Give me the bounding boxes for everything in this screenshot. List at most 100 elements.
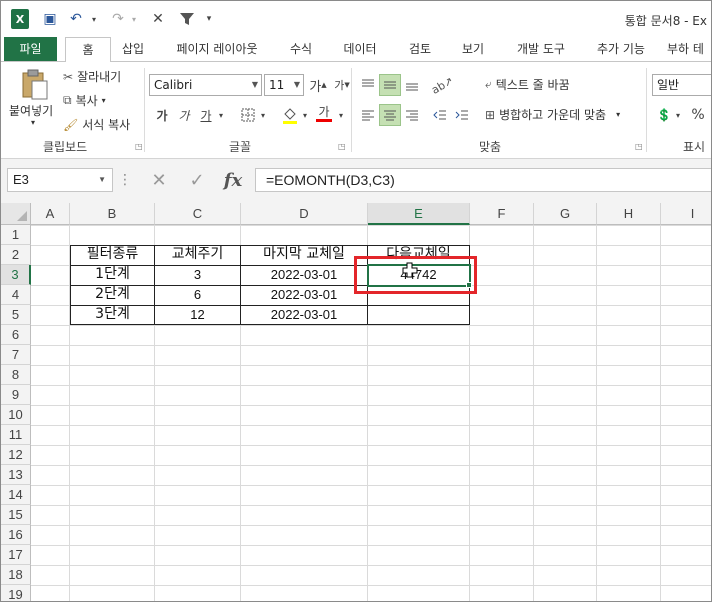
- row-header[interactable]: 8: [1, 365, 31, 385]
- table-cell[interactable]: 2022-03-01: [241, 285, 367, 305]
- tab-add-ins[interactable]: 추가 기능: [585, 37, 657, 61]
- row-header[interactable]: 13: [1, 465, 31, 485]
- tab-developer[interactable]: 개발 도구: [505, 37, 577, 61]
- table-cell[interactable]: 1단계: [71, 265, 154, 285]
- grow-font-button[interactable]: 가 ▲: [307, 74, 329, 96]
- row-header[interactable]: 14: [1, 485, 31, 505]
- column-header-c[interactable]: C: [155, 203, 241, 225]
- align-right-icon[interactable]: [401, 104, 423, 126]
- alignment-launcher-icon[interactable]: ◳: [635, 142, 643, 151]
- tab-review[interactable]: 검토: [397, 37, 443, 61]
- row-header[interactable]: 4: [1, 285, 31, 305]
- redo-dropdown-icon[interactable]: ▾: [129, 9, 139, 29]
- column-header-g[interactable]: G: [534, 203, 597, 225]
- formula-bar-handle-icon[interactable]: ⋮: [118, 168, 132, 192]
- align-bottom-icon[interactable]: [401, 74, 423, 96]
- copy-dropdown-icon[interactable]: ▾: [102, 96, 106, 105]
- row-header[interactable]: 19: [1, 585, 31, 601]
- row-header[interactable]: 17: [1, 545, 31, 565]
- table-cell[interactable]: 3: [155, 265, 240, 285]
- clipboard-launcher-icon[interactable]: ◳: [135, 142, 143, 151]
- name-box[interactable]: E3 ▼: [7, 168, 113, 192]
- increase-indent-icon[interactable]: [451, 104, 473, 126]
- paste-icon[interactable]: [19, 68, 51, 102]
- formula-input[interactable]: =EOMONTH(D3,C3): [255, 168, 711, 192]
- row-header[interactable]: 1: [1, 225, 31, 245]
- undo-icon[interactable]: ↶: [67, 9, 85, 29]
- enter-formula-icon[interactable]: ✓: [183, 168, 211, 192]
- row-header[interactable]: 12: [1, 445, 31, 465]
- italic-button[interactable]: 가: [173, 104, 195, 126]
- tab-insert[interactable]: 삽입: [111, 37, 155, 61]
- font-name-combo[interactable]: Calibri ▼: [149, 74, 262, 96]
- table-cell[interactable]: 12: [155, 305, 240, 325]
- customize-qat-icon[interactable]: ▾: [203, 9, 215, 29]
- select-all-button[interactable]: [1, 203, 31, 225]
- font-color-button[interactable]: 가: [313, 102, 335, 124]
- underline-button[interactable]: 가: [195, 104, 217, 126]
- row-header[interactable]: 5: [1, 305, 31, 325]
- column-header-h[interactable]: H: [597, 203, 661, 225]
- tab-load-test[interactable]: 부하 테: [667, 37, 711, 61]
- font-launcher-icon[interactable]: ◳: [338, 142, 346, 151]
- table-header-cell[interactable]: 마지막 교체일: [241, 245, 367, 265]
- save-icon[interactable]: ▣: [41, 9, 59, 29]
- tab-file[interactable]: 파일: [4, 37, 57, 61]
- format-painter-button[interactable]: 🖌 서식 복사: [63, 116, 130, 133]
- paste-button[interactable]: 붙여넣기: [9, 102, 53, 119]
- wrap-text-button[interactable]: ⤶ 텍스트 줄 바꿈: [485, 76, 570, 93]
- percent-button[interactable]: %: [687, 104, 709, 126]
- tab-data[interactable]: 데이터: [333, 37, 387, 61]
- row-header[interactable]: 3: [1, 265, 31, 285]
- row-header[interactable]: 7: [1, 345, 31, 365]
- column-header-f[interactable]: F: [470, 203, 534, 225]
- merge-dropdown-icon[interactable]: ▾: [616, 110, 620, 119]
- borders-icon[interactable]: [237, 104, 259, 126]
- undo-dropdown-icon[interactable]: ▾: [89, 9, 99, 29]
- table-cell[interactable]: 3단계: [71, 305, 154, 325]
- orientation-icon[interactable]: ab↗: [429, 74, 455, 97]
- row-header[interactable]: 16: [1, 525, 31, 545]
- accounting-dropdown-icon[interactable]: ▾: [673, 104, 683, 126]
- tab-view[interactable]: 보기: [451, 37, 495, 61]
- align-middle-icon[interactable]: [379, 74, 401, 96]
- insert-function-icon[interactable]: fx: [219, 168, 247, 192]
- table-header-cell[interactable]: 필터종류: [71, 245, 154, 265]
- row-header[interactable]: 9: [1, 385, 31, 405]
- tab-home[interactable]: 홈: [65, 37, 111, 62]
- table-cell[interactable]: [368, 305, 469, 325]
- column-header-i[interactable]: I: [661, 203, 711, 225]
- merge-center-button[interactable]: ⊞ 병합하고 가운데 맞춤 ▾: [485, 106, 620, 123]
- font-color-dropdown-icon[interactable]: ▾: [335, 104, 347, 126]
- row-header[interactable]: 18: [1, 565, 31, 585]
- column-header-e[interactable]: E: [368, 203, 470, 225]
- fill-color-icon[interactable]: [279, 104, 301, 126]
- bold-button[interactable]: 가: [151, 104, 173, 126]
- column-header-a[interactable]: A: [31, 203, 70, 225]
- font-size-combo[interactable]: 11 ▼: [264, 74, 304, 96]
- paste-dropdown-icon[interactable]: ▾: [31, 118, 35, 127]
- align-left-icon[interactable]: [357, 104, 379, 126]
- row-header[interactable]: 6: [1, 325, 31, 345]
- column-header-b[interactable]: B: [70, 203, 155, 225]
- row-header[interactable]: 10: [1, 405, 31, 425]
- row-header[interactable]: 11: [1, 425, 31, 445]
- fill-color-dropdown-icon[interactable]: ▾: [299, 104, 311, 126]
- table-header-cell[interactable]: 교체주기: [155, 245, 240, 265]
- table-cell[interactable]: 2022-03-01: [241, 305, 367, 325]
- table-cell[interactable]: 6: [155, 285, 240, 305]
- column-header-d[interactable]: D: [241, 203, 368, 225]
- accounting-icon[interactable]: 💲: [653, 104, 675, 126]
- table-cell[interactable]: 2022-03-01: [241, 265, 367, 285]
- table-cell[interactable]: 2단계: [71, 285, 154, 305]
- redo-icon[interactable]: ↷: [109, 9, 127, 29]
- cut-button[interactable]: ✂ 잘라내기: [63, 68, 121, 85]
- filter-icon[interactable]: [177, 9, 197, 29]
- decrease-indent-icon[interactable]: [429, 104, 451, 126]
- tab-page-layout[interactable]: 페이지 레이아웃: [163, 37, 271, 61]
- underline-dropdown-icon[interactable]: ▾: [215, 104, 227, 126]
- number-format-combo[interactable]: 일반: [652, 74, 711, 96]
- cancel-formula-icon[interactable]: ✕: [145, 168, 173, 192]
- row-header[interactable]: 2: [1, 245, 31, 265]
- row-header[interactable]: 15: [1, 505, 31, 525]
